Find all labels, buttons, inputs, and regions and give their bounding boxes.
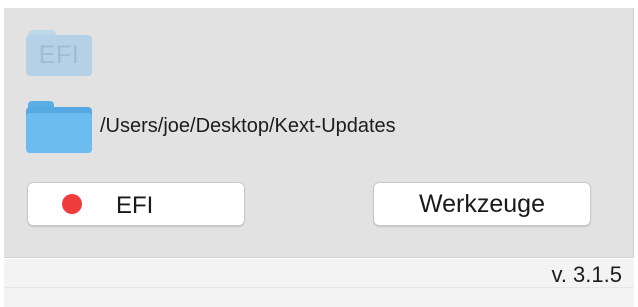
red-status-dot-icon (62, 194, 82, 214)
werkzeuge-button[interactable]: Werkzeuge (373, 182, 591, 226)
efi-button[interactable]: EFI (27, 182, 245, 226)
app-window: EFI /Users/joe/Desktop/Kext-Updates EFI … (0, 0, 638, 307)
folder-icon[interactable] (26, 101, 92, 153)
folder-front (26, 113, 92, 153)
efi-drive-icon[interactable]: EFI (26, 30, 92, 76)
version-label: v. 3.1.5 (551, 262, 622, 287)
status-bar-divider (4, 287, 634, 288)
efi-button-label: EFI (116, 192, 154, 219)
efi-drive-label: EFI (26, 35, 92, 76)
kext-folder-path: /Users/joe/Desktop/Kext-Updates (100, 115, 396, 137)
status-bar (4, 259, 634, 307)
